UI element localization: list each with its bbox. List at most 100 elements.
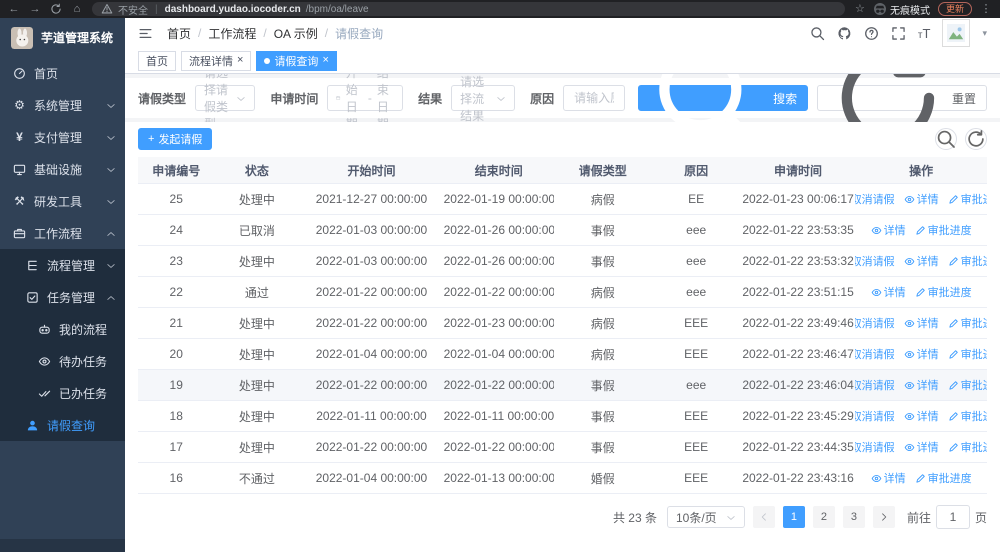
font-size-icon[interactable]: тT (918, 26, 931, 41)
page-size-select[interactable]: 10条/页 (666, 506, 745, 528)
bookmark-star-icon[interactable]: ☆ (854, 3, 866, 15)
sidebar-item-devtool[interactable]: ⚒ 研发工具 (0, 185, 125, 217)
cell: 2022-01-22 23:46:47 (742, 347, 854, 361)
table-row[interactable]: 16 不通过 2022-01-04 00:00:00 2022-01-13 00:00… (138, 463, 987, 494)
detail-action-link[interactable]: 详情 (871, 284, 906, 300)
fullscreen-icon[interactable] (891, 26, 906, 41)
breadcrumb-item[interactable]: 工作流程 (208, 25, 256, 42)
cancel-action-link[interactable]: 取消请假 (855, 346, 894, 362)
avatar-caret-icon[interactable]: ▾ (982, 28, 987, 38)
cell: 已取消 (238, 223, 275, 238)
close-icon[interactable]: × (237, 55, 243, 66)
result-select[interactable]: 请选择流结果 (451, 75, 516, 123)
forward-icon[interactable]: → (29, 3, 41, 15)
progress-action-link[interactable]: 审批进度 (915, 470, 972, 486)
detail-action-link[interactable]: 详情 (904, 346, 939, 362)
help-icon[interactable] (864, 26, 879, 41)
cancel-action-link[interactable]: 取消请假 (855, 191, 894, 207)
progress-action-link[interactable]: 审批进度 (948, 346, 987, 362)
search-icon[interactable] (810, 26, 825, 41)
progress-action-link[interactable]: 审批进度 (948, 191, 987, 207)
cancel-action-link[interactable]: 取消请假 (855, 439, 894, 455)
table-row[interactable]: 23 处理中 2022-01-03 00:00:00 2022-01-26 00:00… (138, 246, 987, 277)
reset-button-label: 重置 (952, 91, 977, 106)
progress-action-link[interactable]: 审批进度 (948, 408, 987, 424)
sidebar-item-leave-query[interactable]: 请假查询 (0, 409, 125, 441)
progress-action-link[interactable]: 审批进度 (948, 439, 987, 455)
cancel-action-link[interactable]: 取消请假 (855, 377, 894, 393)
search-button[interactable]: 搜索 (638, 74, 809, 152)
detail-action-link[interactable]: 详情 (904, 315, 939, 331)
sidebar-item-system[interactable]: ⚙ 系统管理 (0, 89, 125, 121)
toggle-search-button[interactable] (935, 128, 957, 150)
not-secure-icon (101, 3, 113, 15)
address-bar[interactable]: 不安全 | dashboard.yudao.iocoder.cn/bpm/oa/… (92, 2, 845, 16)
table-row[interactable]: 19 处理中 2022-01-22 00:00:00 2022-01-22 00:00… (138, 370, 987, 401)
cancel-action-link[interactable]: 取消请假 (855, 408, 894, 424)
progress-action-link[interactable]: 审批进度 (915, 284, 972, 300)
table-row[interactable]: 24 已取消 2022-01-03 00:00:00 2022-01-26 00:00… (138, 215, 987, 246)
breadcrumb-item[interactable]: OA 示例 (274, 25, 318, 42)
sidebar-item-infra[interactable]: 基础设施 (0, 153, 125, 185)
sidebar-item-home[interactable]: 首页 (0, 57, 125, 89)
reload-icon[interactable] (50, 3, 62, 15)
sidebar-item-process-mgmt[interactable]: 流程管理 (0, 249, 125, 281)
detail-action-link[interactable]: 详情 (871, 470, 906, 486)
detail-action-link[interactable]: 详情 (904, 408, 939, 424)
reason-input[interactable] (572, 90, 617, 106)
progress-action-link[interactable]: 审批进度 (948, 315, 987, 331)
sidebar-header[interactable]: 芋道管理系统 (0, 18, 125, 57)
detail-action-link[interactable]: 详情 (904, 191, 939, 207)
prev-page-button[interactable] (752, 506, 775, 528)
browser-update-button[interactable]: 更新 (937, 2, 972, 16)
table-header-row: 申请编号 状态 开始时间 结束时间 请假类型 原因 申请时间 操作 (138, 157, 987, 184)
user-avatar[interactable] (942, 19, 971, 47)
cancel-action-link[interactable]: 取消请假 (855, 315, 894, 331)
action-label: 详情 (916, 442, 939, 454)
progress-action-link[interactable]: 审批进度 (948, 253, 987, 269)
detail-action-link[interactable]: 详情 (904, 253, 939, 269)
tab-请假查询[interactable]: 请假查询 × (256, 50, 337, 71)
table-row[interactable]: 18 处理中 2022-01-11 00:00:00 2022-01-11 00:00… (138, 401, 987, 432)
sidebar-item-pay[interactable]: ¥ 支付管理 (0, 121, 125, 153)
goto-page-input[interactable] (935, 505, 970, 529)
sidebar-item-done-task[interactable]: 已办任务 (0, 377, 125, 409)
tab-流程详情[interactable]: 流程详情 × (181, 50, 252, 71)
page-button-3[interactable]: 3 (842, 506, 865, 528)
page-button-1[interactable]: 1 (782, 506, 805, 528)
sidebar-item-workflow[interactable]: 工作流程 (0, 217, 125, 249)
detail-action-link[interactable]: 详情 (904, 377, 939, 393)
close-icon[interactable]: × (322, 55, 328, 66)
cell: 18 (169, 409, 183, 423)
sidebar-item-task-mgmt[interactable]: 任务管理 (0, 281, 125, 313)
tab-首页[interactable]: 首页 (138, 50, 176, 71)
progress-action-link[interactable]: 审批进度 (915, 222, 972, 238)
github-icon[interactable] (837, 26, 852, 41)
table-row[interactable]: 17 处理中 2022-01-22 00:00:00 2022-01-22 00:00… (138, 432, 987, 463)
page-button-2[interactable]: 2 (812, 506, 835, 528)
breadcrumb-item[interactable]: 首页 (167, 25, 191, 42)
apply-time-range-picker[interactable]: 开始日期 - 结束日期 (327, 74, 404, 131)
back-icon[interactable]: ← (8, 3, 20, 15)
refresh-table-button[interactable] (965, 128, 987, 150)
progress-action-link[interactable]: 审批进度 (948, 377, 987, 393)
home-icon[interactable]: ⌂ (71, 3, 83, 15)
table-row[interactable]: 20 处理中 2022-01-04 00:00:00 2022-01-04 00:00… (138, 339, 987, 370)
table-row[interactable]: 22 通过 2022-01-22 00:00:00 2022-01-22 00:00:… (138, 277, 987, 308)
sidebar-item-todo-task[interactable]: 待办任务 (0, 345, 125, 377)
detail-action-link[interactable]: 详情 (904, 439, 939, 455)
reset-button[interactable]: 重置 (817, 74, 988, 145)
next-page-button[interactable] (872, 506, 895, 528)
table-row[interactable]: 25 处理中 2021-12-27 00:00:00 2022-01-19 00:00… (138, 184, 987, 215)
leave-type-select[interactable]: 请选择请假类型 (195, 74, 256, 131)
browser-menu-icon[interactable]: ⋮ (980, 3, 992, 15)
pagination-total: 共 23 条 (612, 510, 657, 525)
cell: 2022-01-22 00:00:00 (315, 378, 428, 392)
table-row[interactable]: 21 处理中 2022-01-22 00:00:00 2022-01-23 00:00… (138, 308, 987, 339)
cancel-action-link[interactable]: 取消请假 (855, 253, 894, 269)
cell-actions: 取消请假 详情 审批进度 (855, 253, 987, 269)
hamburger-icon[interactable] (138, 26, 153, 41)
detail-action-link[interactable]: 详情 (871, 222, 906, 238)
create-leave-button[interactable]: + 发起请假 (138, 128, 213, 150)
sidebar-item-my-process[interactable]: 我的流程 (0, 313, 125, 345)
